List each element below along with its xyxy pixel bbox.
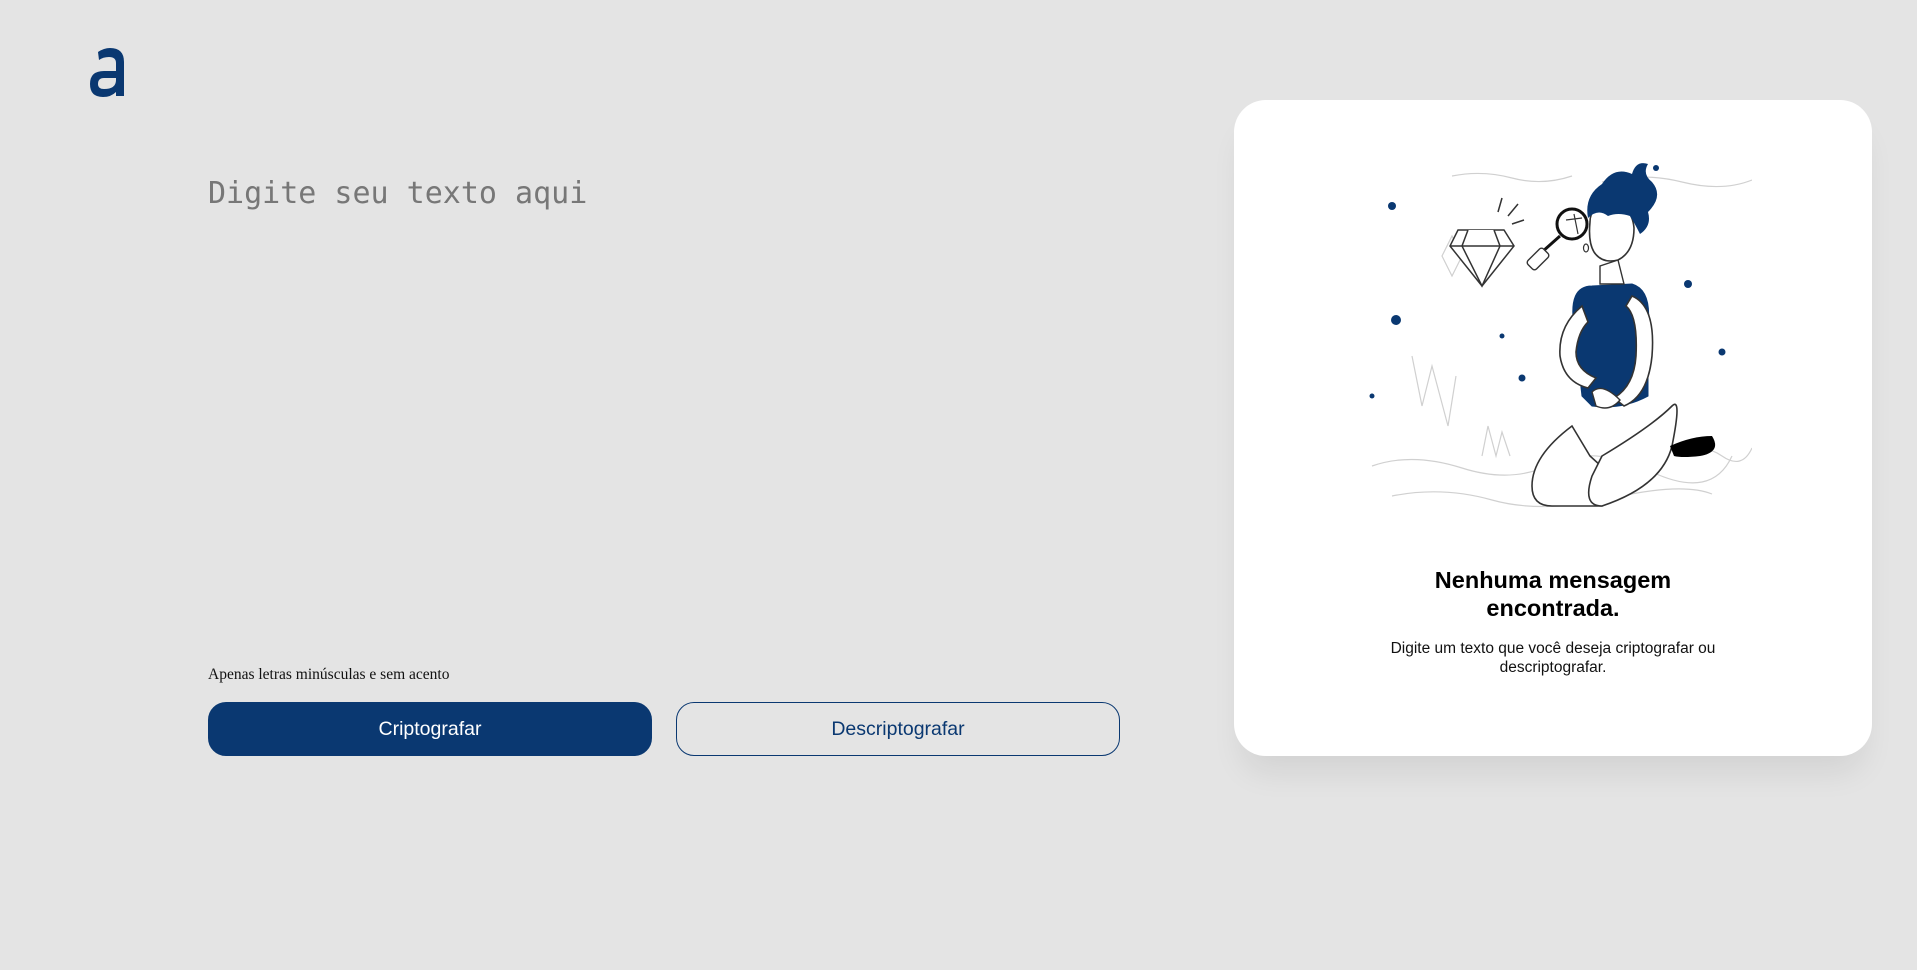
encrypt-button[interactable]: Criptografar <box>208 702 652 756</box>
decrypt-button[interactable]: Descriptografar <box>676 702 1120 756</box>
alura-logo-icon <box>90 48 124 97</box>
person-with-magnifier-illustration <box>1369 163 1752 508</box>
empty-state-subtitle: Digite um texto que você deseja criptogr… <box>1234 639 1872 677</box>
input-hint: Apenas letras minúsculas e sem acento <box>208 666 450 683</box>
empty-state-title-line1: Nenhuma mensagem <box>1434 567 1672 593</box>
empty-state-subtitle-line1: Digite um texto que você deseja criptogr… <box>1390 640 1716 657</box>
empty-state-title: Nenhuma mensagem encontrada. <box>1234 566 1872 622</box>
output-panel: Nenhuma mensagem encontrada. Digite um t… <box>1234 100 1872 756</box>
message-input[interactable] <box>208 176 1088 636</box>
empty-state-subtitle-line2: descriptografar. <box>1499 659 1607 676</box>
empty-state-title-line2: encontrada. <box>1486 595 1620 621</box>
